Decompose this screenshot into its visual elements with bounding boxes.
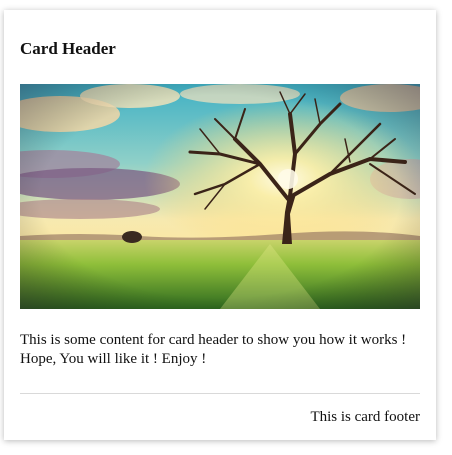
- card: Card Header This is some content for car…: [4, 10, 436, 440]
- card-header: Card Header: [20, 39, 116, 58]
- landscape-tree-sunset-image: [20, 84, 420, 309]
- card-footer: This is card footer: [310, 409, 420, 425]
- card-content-text: This is some content for card header to …: [20, 332, 407, 367]
- card-divider: [20, 393, 420, 394]
- card-image: [20, 84, 420, 309]
